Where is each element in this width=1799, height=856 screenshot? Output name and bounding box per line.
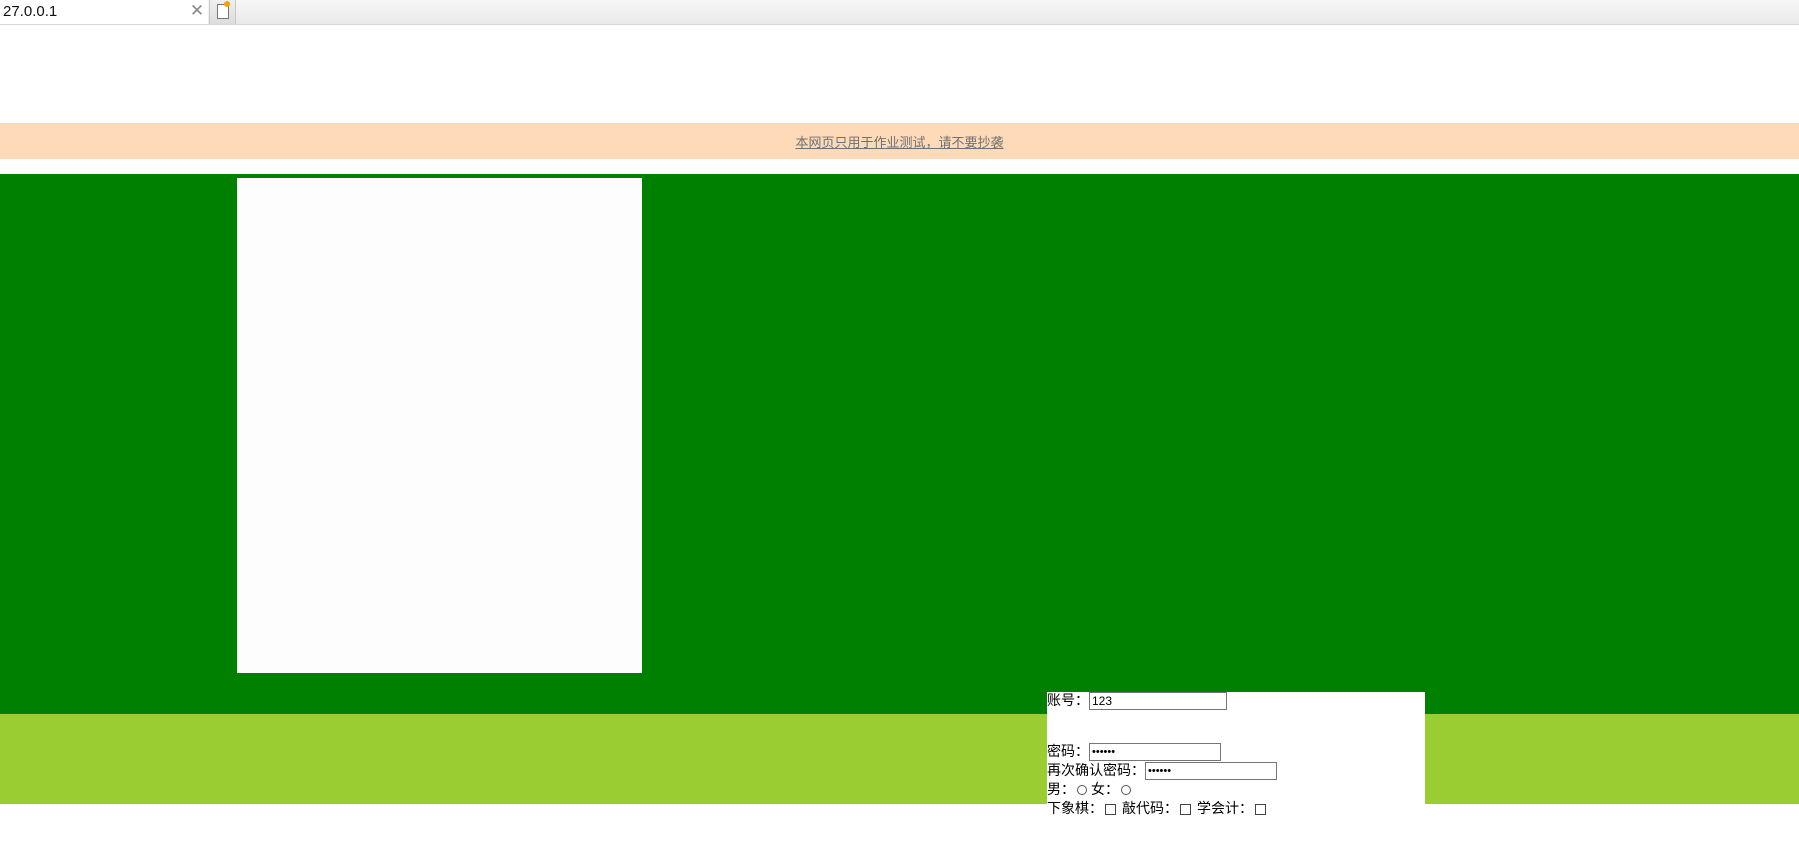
content-panel [237,178,642,673]
password-row: 密码： [1047,743,1221,761]
hobby-accounting-label: 学会计： [1197,801,1253,817]
hobby-chess-label: 下象棋： [1047,801,1103,817]
male-label: 男： [1047,782,1075,798]
gender-row: 男： 女： [1047,781,1135,799]
hobby-accounting-checkbox[interactable] [1255,803,1266,815]
notice-bar: 本网页只用于作业测试，请不要抄袭 [0,123,1799,159]
male-radio[interactable] [1077,785,1087,795]
browser-tab[interactable]: 27.0.0.1 ✕ [0,0,208,24]
hobby-code-checkbox[interactable] [1180,803,1191,815]
confirm-password-input[interactable] [1145,762,1277,780]
female-label: 女： [1091,782,1119,798]
confirm-password-row: 再次确认密码： [1047,762,1277,780]
hobby-row: 下象棋： 敲代码： 学会计： [1047,800,1272,818]
confirm-password-label: 再次确认密码： [1047,763,1145,779]
account-row: 账号： [1047,692,1227,710]
notice-link[interactable]: 本网页只用于作业测试，请不要抄袭 [795,132,1003,151]
female-radio[interactable] [1121,785,1131,795]
password-label: 密码： [1047,744,1089,760]
close-icon[interactable]: ✕ [189,1,205,21]
password-input[interactable] [1089,743,1221,761]
new-tab-badge-icon [224,1,230,7]
tab-title: 27.0.0.1 [3,3,58,20]
account-label: 账号： [1047,693,1089,709]
hobby-code-label: 敲代码： [1122,801,1178,817]
account-input[interactable] [1089,692,1227,710]
new-tab-button[interactable] [209,0,236,24]
browser-tab-bar: 27.0.0.1 ✕ [0,0,1799,25]
footer-band [0,714,1799,804]
hobby-chess-checkbox[interactable] [1105,803,1116,815]
